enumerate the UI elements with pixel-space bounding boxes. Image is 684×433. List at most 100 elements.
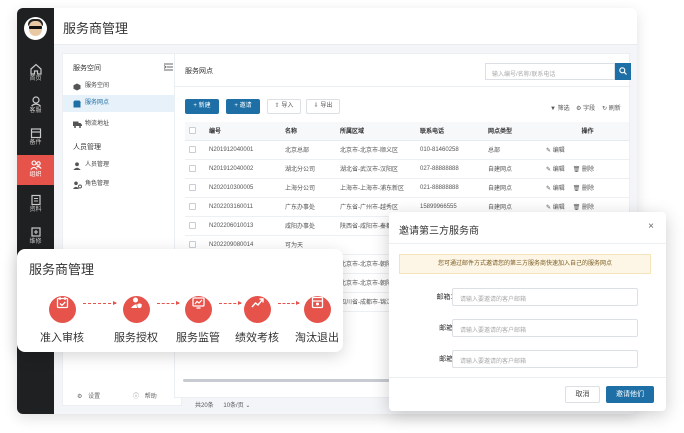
table-cell: 027-88888888: [416, 159, 484, 179]
flow-step-label: 淘汰退出: [295, 332, 339, 344]
nav-label: 资料: [29, 207, 42, 213]
nav-item-org[interactable]: 组织: [17, 155, 54, 185]
table-row[interactable]: N201912040002 湖北分公司 湖北省-武汉市-汉阳区 027-8888888…: [185, 159, 629, 179]
sidebar-item-service-space[interactable]: 服务空间: [63, 78, 181, 95]
sidebar-item-label: 服务空间: [85, 83, 110, 89]
search-input[interactable]: 输入编号/名称/联系电话: [485, 63, 615, 80]
search-button[interactable]: [615, 63, 631, 80]
refresh-button[interactable]: ↻ 刷新: [602, 103, 621, 112]
user-shield-icon: [130, 297, 142, 309]
edit-button[interactable]: ✎ 编辑: [546, 186, 569, 192]
close-icon[interactable]: ×: [648, 221, 654, 232]
nav-item-data[interactable]: 资料: [17, 190, 54, 220]
flow-step-admission: 准入审核: [27, 289, 97, 345]
delete-button[interactable]: 🗑 删除: [573, 186, 598, 192]
row-checkbox[interactable]: [189, 145, 196, 153]
col-header-name[interactable]: 名称: [281, 122, 336, 141]
delete-button[interactable]: 🗑 删除: [573, 167, 598, 173]
flow-step-label: 准入审核: [40, 332, 84, 344]
select-all-cell[interactable]: [185, 122, 205, 141]
row-select-cell[interactable]: [185, 178, 205, 198]
sidebar-item-logistics[interactable]: 物流地址: [63, 116, 181, 133]
email3-field[interactable]: 请输入要邀请的客户邮箱: [452, 350, 638, 368]
sidebar-item-roles[interactable]: 角色管理: [63, 176, 181, 193]
collapse-menu-icon[interactable]: [164, 63, 173, 71]
col-header-region[interactable]: 所属区域: [336, 122, 416, 141]
row-select-cell[interactable]: [185, 140, 205, 160]
row-select-cell[interactable]: [185, 216, 205, 236]
page-size-select[interactable]: 10条/页: [223, 403, 243, 409]
table-cell: 咸阳办事处: [281, 216, 336, 236]
invite-confirm-button[interactable]: 邀请他们: [606, 386, 654, 403]
new-button[interactable]: + 新建: [185, 99, 219, 114]
monitor-chart-icon: [191, 297, 205, 309]
nav-item-service[interactable]: 客服: [17, 91, 54, 121]
gear-icon: ⚙: [576, 106, 582, 112]
fields-label: 字段: [583, 106, 596, 112]
table-cell: N202010300005: [205, 178, 281, 198]
fields-button[interactable]: ⚙ 字段: [576, 103, 595, 112]
settings-label: 设置: [88, 394, 101, 400]
edit-label: 编辑: [552, 186, 565, 192]
avatar[interactable]: [24, 17, 47, 40]
home-icon: [29, 63, 42, 75]
refresh-icon: ↻: [602, 106, 608, 112]
table-cell: 湖北省-武汉市-汉阳区: [336, 159, 416, 179]
flow-title: 服务商管理: [29, 262, 95, 277]
edit-button[interactable]: ✎ 编辑: [546, 148, 569, 154]
row-select-cell[interactable]: [185, 159, 205, 179]
nav-item-home[interactable]: 首页: [17, 59, 54, 89]
service-icon: [30, 96, 41, 107]
table-row[interactable]: N202010300005 上海分公司 上海市-上海市-浦东新区 021-888888…: [185, 178, 629, 198]
row-select-cell[interactable]: [185, 197, 205, 217]
table-cell: 总部: [484, 140, 542, 160]
role-icon: [73, 181, 82, 189]
row-checkbox[interactable]: [189, 183, 196, 191]
table-cell: 广东办事处: [281, 197, 336, 217]
email2-label: 邮箱2: [439, 325, 457, 332]
row-actions: ✎ 编辑 🗑 删除: [542, 159, 629, 179]
table-row[interactable]: N201912040001 北京总部 北京市-北京市-顺义区 010-81460258…: [185, 140, 629, 160]
nav-label: 客服: [29, 108, 42, 114]
sidebar-item-label: 物流地址: [85, 121, 110, 127]
delete-button[interactable]: 🗑 删除: [573, 205, 598, 211]
email2-field[interactable]: 请输入要邀请的客户邮箱: [452, 319, 638, 337]
delete-label: 删除: [582, 167, 595, 173]
horizontal-scrollbar[interactable]: [183, 379, 398, 382]
edit-button[interactable]: ✎ 编辑: [546, 167, 569, 173]
row-checkbox[interactable]: [189, 202, 196, 210]
settings-link[interactable]: ⚙ 设置: [77, 391, 100, 400]
sidebar-item-service-outlets[interactable]: 服务网点: [63, 95, 181, 112]
table-cell: 自建网点: [484, 178, 542, 198]
col-header-type[interactable]: 网点类型: [484, 122, 542, 141]
edit-button[interactable]: ✎ 编辑: [546, 205, 569, 211]
help-label: 帮助: [144, 394, 157, 400]
row-checkbox[interactable]: [189, 221, 196, 229]
export-button[interactable]: ⇩ 导出: [306, 99, 340, 114]
row-checkbox[interactable]: [189, 240, 196, 248]
delete-label: 删除: [582, 186, 595, 192]
help-link[interactable]: ⓘ 帮助: [133, 391, 157, 400]
table-header-row: 编号 名称 所属区域 联系电话 网点类型 操作: [185, 122, 629, 141]
refresh-label: 刷新: [608, 106, 621, 112]
import-button[interactable]: ⇧ 导入: [267, 99, 301, 114]
select-all-checkbox[interactable]: [189, 127, 196, 135]
invite-button[interactable]: + 邀请: [226, 99, 260, 114]
trend-up-icon: [250, 298, 264, 308]
nav-item-repair[interactable]: 维修: [17, 222, 54, 252]
export-label: 导出: [320, 103, 333, 109]
row-checkbox[interactable]: [189, 164, 196, 172]
download-icon: ⇩: [313, 103, 319, 109]
sub-sidebar: 服务空间 服务空间 服务网点 物流地址 人员管理 人员管理 角色管理 ⚙ 设置 …: [62, 53, 182, 406]
col-header-id[interactable]: 编号: [205, 122, 281, 141]
email1-field[interactable]: 请输入要邀请的客户邮箱: [452, 288, 638, 306]
sidebar-item-staff[interactable]: 人员管理: [63, 157, 181, 174]
main-nav: 首页 客服 备件 组织 资料 维修: [17, 8, 54, 414]
cancel-button[interactable]: 取消: [565, 386, 600, 403]
nav-item-parts[interactable]: 备件: [17, 123, 54, 153]
col-header-phone[interactable]: 联系电话: [416, 122, 484, 141]
table-cell: N202203160011: [205, 197, 281, 217]
filter-button[interactable]: ▼ 筛选: [550, 103, 570, 112]
search-icon: [619, 67, 627, 75]
org-icon: [29, 160, 42, 170]
